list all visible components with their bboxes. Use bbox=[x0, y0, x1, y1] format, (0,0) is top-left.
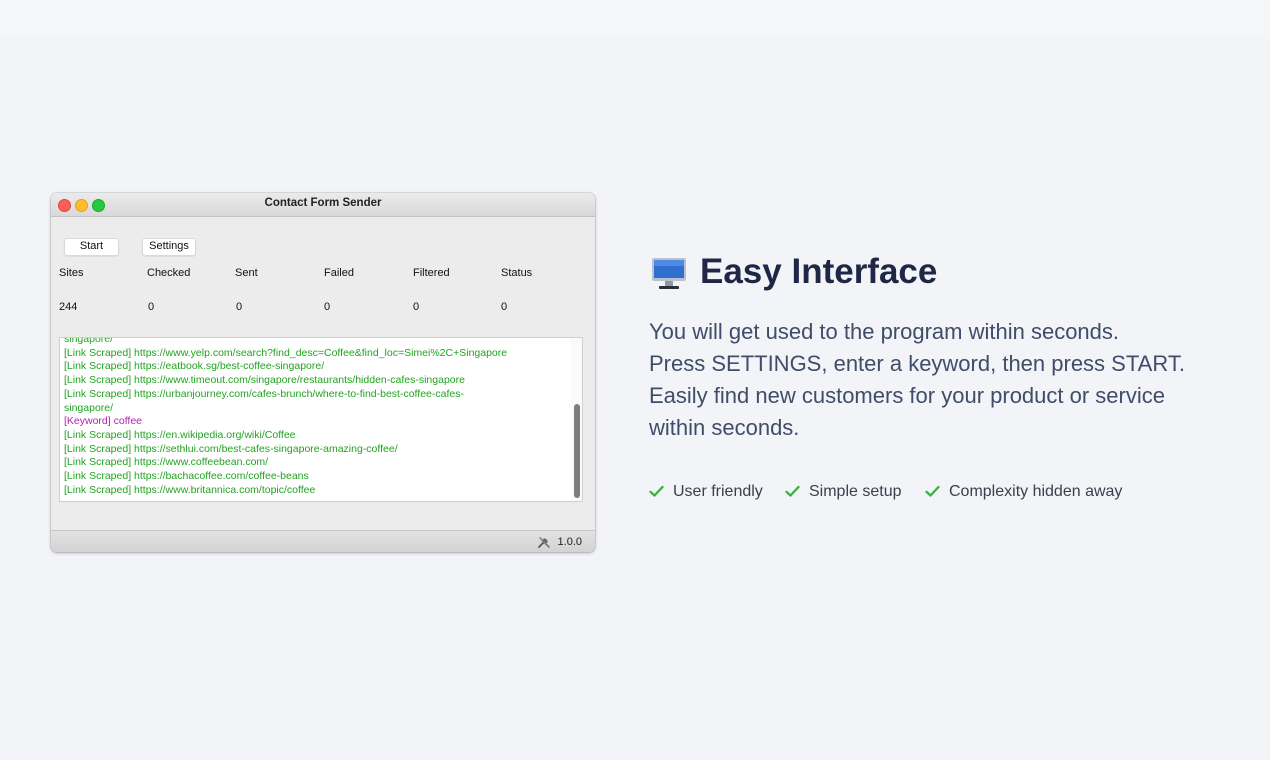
log-line: singapore/ bbox=[64, 337, 114, 345]
stat-value-sites: 244 bbox=[59, 301, 78, 313]
tools-icon bbox=[538, 537, 550, 548]
log-output[interactable]: singapore/ [Link Scraped] https://www.ye… bbox=[59, 337, 583, 502]
log-line: singapore/ bbox=[64, 401, 114, 414]
check-icon bbox=[649, 485, 664, 497]
title-bar[interactable]: Contact Form Sender bbox=[51, 193, 595, 217]
feature-complexity-hidden: Complexity hidden away bbox=[949, 483, 1123, 500]
log-line: [Link Scraped] https://www.coffeebean.co… bbox=[64, 456, 269, 469]
log-scrollbar-thumb[interactable] bbox=[574, 404, 580, 498]
body-line-1: You will get used to the program within … bbox=[649, 319, 1120, 344]
page-heading: Easy Interface bbox=[700, 252, 938, 291]
log-line: [Link Scraped] https://eatbook.sg/best-c… bbox=[64, 360, 325, 373]
log-scrollbar[interactable] bbox=[571, 338, 582, 501]
stat-value-sent: 0 bbox=[236, 301, 243, 313]
body-line-2: Press SETTINGS, enter a keyword, then pr… bbox=[649, 351, 1185, 376]
settings-button[interactable]: Settings bbox=[142, 238, 196, 256]
log-lines: singapore/ [Link Scraped] https://www.ye… bbox=[64, 337, 564, 497]
stat-label-status: Status bbox=[501, 267, 533, 279]
check-icon bbox=[785, 485, 800, 497]
body-line-4: within seconds. bbox=[649, 415, 800, 440]
stat-value-failed: 0 bbox=[324, 301, 331, 313]
window-title: Contact Form Sender bbox=[264, 197, 382, 209]
log-line: [Link Scraped] https://urbanjourney.com/… bbox=[64, 387, 464, 400]
stat-label-checked: Checked bbox=[147, 267, 191, 279]
log-line: [Link Scraped] https://en.wikipedia.org/… bbox=[64, 428, 296, 441]
stat-value-status: 0 bbox=[501, 301, 508, 313]
status-bar: 1.0.0 bbox=[51, 530, 595, 552]
start-button[interactable]: Start bbox=[64, 238, 119, 256]
version-label: 1.0.0 bbox=[557, 536, 582, 548]
stat-label-sites: Sites bbox=[59, 267, 84, 279]
log-line: [Link Scraped] https://www.britannica.co… bbox=[64, 483, 316, 496]
stat-label-filtered: Filtered bbox=[413, 267, 450, 279]
body-line-3: Easily find new customers for your produ… bbox=[649, 383, 1165, 408]
monitor-icon bbox=[652, 258, 686, 289]
top-band bbox=[0, 0, 1270, 38]
log-line: [Link Scraped] https://bachacoffee.com/c… bbox=[64, 470, 309, 483]
stat-value-checked: 0 bbox=[148, 301, 155, 313]
stat-label-failed: Failed bbox=[324, 267, 354, 279]
log-line: [Link Scraped] https://www.yelp.com/sear… bbox=[64, 346, 508, 359]
log-line: [Link Scraped] https://sethlui.com/best-… bbox=[64, 442, 398, 455]
stat-value-filtered: 0 bbox=[413, 301, 420, 313]
stat-label-sent: Sent bbox=[235, 267, 258, 279]
log-line-keyword: [Keyword] coffee bbox=[64, 415, 143, 428]
check-icon bbox=[925, 485, 940, 497]
log-line: [Link Scraped] https://www.timeout.com/s… bbox=[64, 374, 465, 387]
feature-simple-setup: Simple setup bbox=[809, 483, 902, 500]
feature-user-friendly: User friendly bbox=[673, 483, 763, 500]
app-window: Contact Form Sender Start Settings Sites… bbox=[51, 193, 595, 552]
